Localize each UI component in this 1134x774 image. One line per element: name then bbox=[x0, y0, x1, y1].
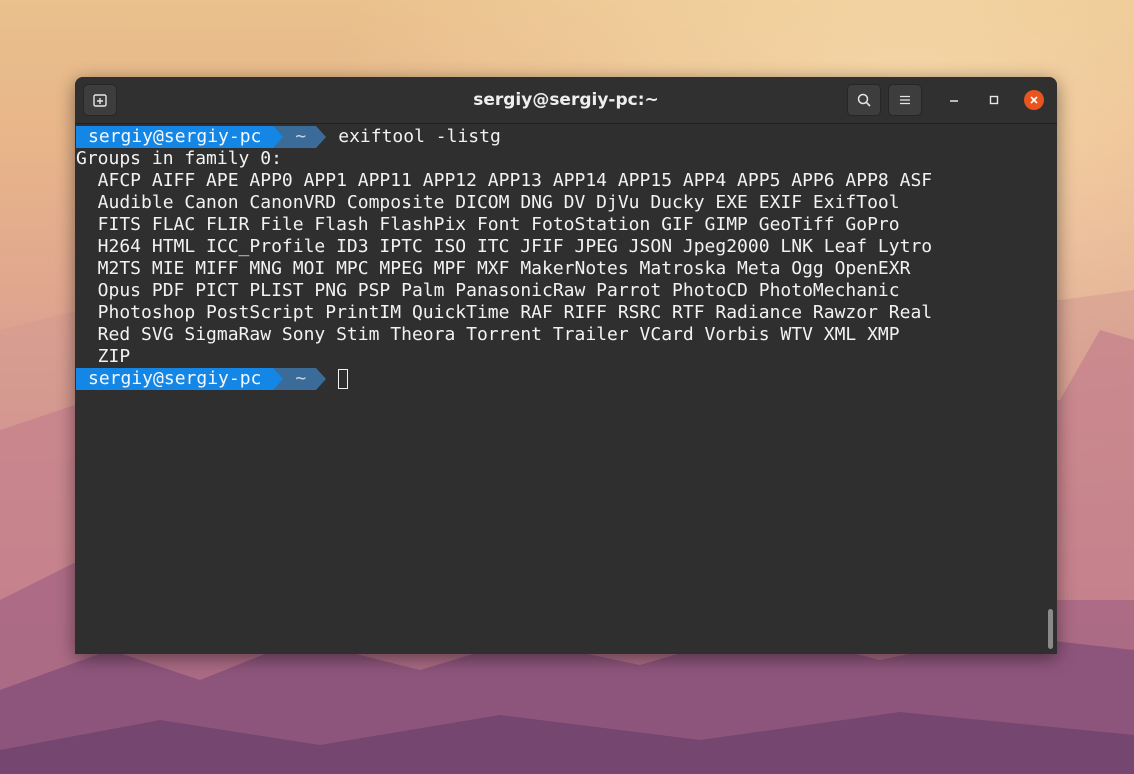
output-line: Red SVG SigmaRaw Sony Stim Theora Torren… bbox=[76, 324, 900, 345]
menu-button[interactable] bbox=[888, 84, 922, 116]
prompt-arrow bbox=[316, 368, 327, 390]
title-bar: sergiy@sergiy-pc:~ bbox=[75, 77, 1057, 124]
output-line: Audible Canon CanonVRD Composite DICOM D… bbox=[76, 192, 900, 213]
search-button[interactable] bbox=[847, 84, 881, 116]
minimize-icon bbox=[950, 100, 958, 102]
output-line: M2TS MIE MIFF MNG MOI MPC MPEG MPF MXF M… bbox=[76, 258, 911, 279]
output-line: AFCP AIFF APE APP0 APP1 APP11 APP12 APP1… bbox=[76, 170, 933, 191]
scrollbar[interactable] bbox=[1048, 609, 1053, 649]
prompt-arrow bbox=[316, 126, 327, 148]
prompt-user: sergiy@sergiy-pc bbox=[76, 368, 274, 390]
minimize-button[interactable] bbox=[944, 90, 964, 110]
maximize-icon bbox=[989, 95, 999, 105]
maximize-button[interactable] bbox=[984, 90, 1004, 110]
terminal-window: sergiy@sergiy-pc:~ sergiy@sergiy-pc ~ ex… bbox=[75, 77, 1057, 654]
command-text: exiftool -listg bbox=[338, 126, 501, 147]
text-cursor bbox=[338, 369, 349, 389]
close-button[interactable] bbox=[1024, 90, 1044, 110]
output-line: Photoshop PostScript PrintIM QuickTime R… bbox=[76, 302, 933, 323]
output-line: H264 HTML ICC_Profile ID3 IPTC ISO ITC J… bbox=[76, 236, 933, 257]
close-icon bbox=[1030, 96, 1038, 104]
close-button-circle bbox=[1024, 90, 1044, 110]
search-icon bbox=[857, 93, 871, 107]
new-tab-button[interactable] bbox=[83, 84, 117, 116]
prompt-user: sergiy@sergiy-pc bbox=[76, 126, 274, 148]
prompt-separator bbox=[273, 368, 284, 390]
terminal-content[interactable]: sergiy@sergiy-pc ~ exiftool -listg Group… bbox=[75, 124, 1057, 654]
output-line: ZIP bbox=[76, 346, 131, 367]
output-line: Opus PDF PICT PLIST PNG PSP Palm Panason… bbox=[76, 280, 900, 301]
output-line: FITS FLAC FLIR File Flash FlashPix Font … bbox=[76, 214, 900, 235]
output-header: Groups in family 0: bbox=[76, 148, 282, 169]
prompt-line-current: sergiy@sergiy-pc ~ bbox=[76, 368, 349, 390]
hamburger-menu-icon bbox=[900, 95, 910, 105]
prompt-separator bbox=[273, 126, 284, 148]
prompt-line: sergiy@sergiy-pc ~ exiftool -listg bbox=[76, 126, 501, 148]
new-tab-icon bbox=[93, 94, 107, 107]
